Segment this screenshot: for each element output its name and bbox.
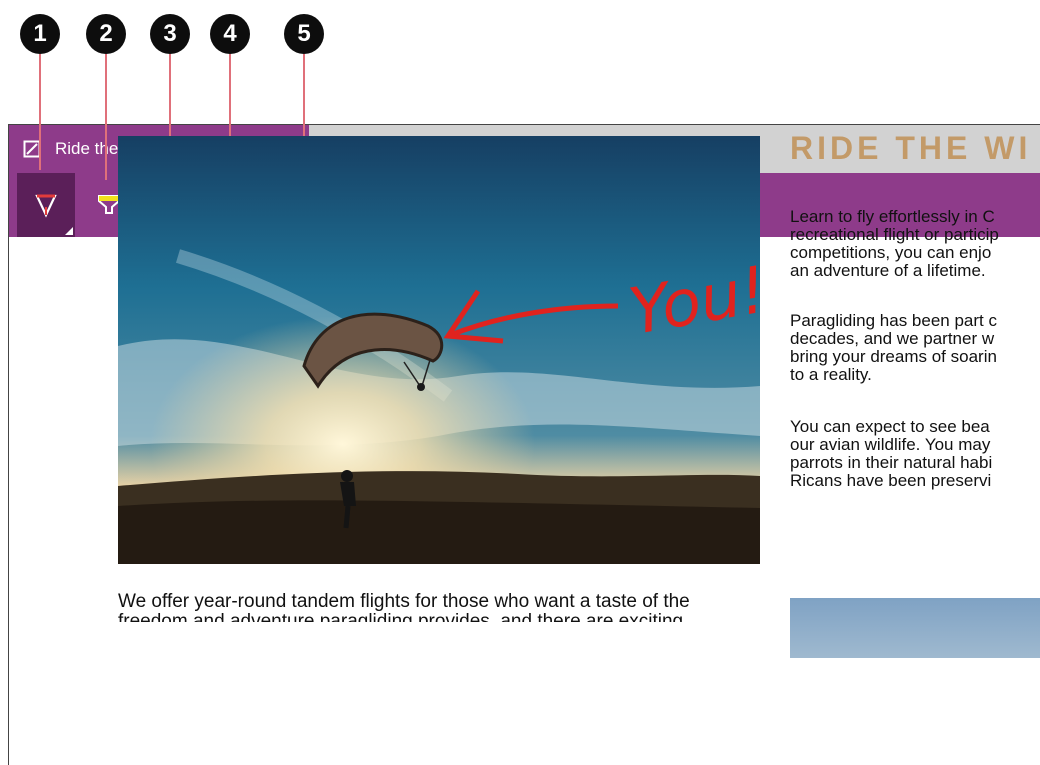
pen-icon — [35, 194, 57, 218]
secondary-image — [790, 598, 1040, 658]
hero-image: You! — [118, 136, 760, 564]
callout-5: 5 — [284, 14, 324, 54]
intro-text: We offer year-round tandem flights for t… — [118, 592, 690, 622]
paragraph-3: You can expect to see bea our avian wild… — [790, 418, 993, 490]
paragraph-2: Paragliding has been part c decades, and… — [790, 312, 997, 384]
callout-1: 1 — [20, 14, 60, 54]
callout-4: 4 — [210, 14, 250, 54]
callout-2: 2 — [86, 14, 126, 54]
paragraph-1: Learn to fly effortlessly in C recreatio… — [790, 208, 999, 280]
pen-button[interactable] — [17, 173, 75, 237]
paraglider-photo: You! — [118, 136, 760, 564]
callout-line-1 — [39, 54, 41, 170]
page-heading: RIDE THE WI — [790, 130, 1032, 166]
pen-options-icon — [65, 227, 73, 235]
callout-3: 3 — [150, 14, 190, 54]
callout-line-2 — [105, 54, 107, 180]
